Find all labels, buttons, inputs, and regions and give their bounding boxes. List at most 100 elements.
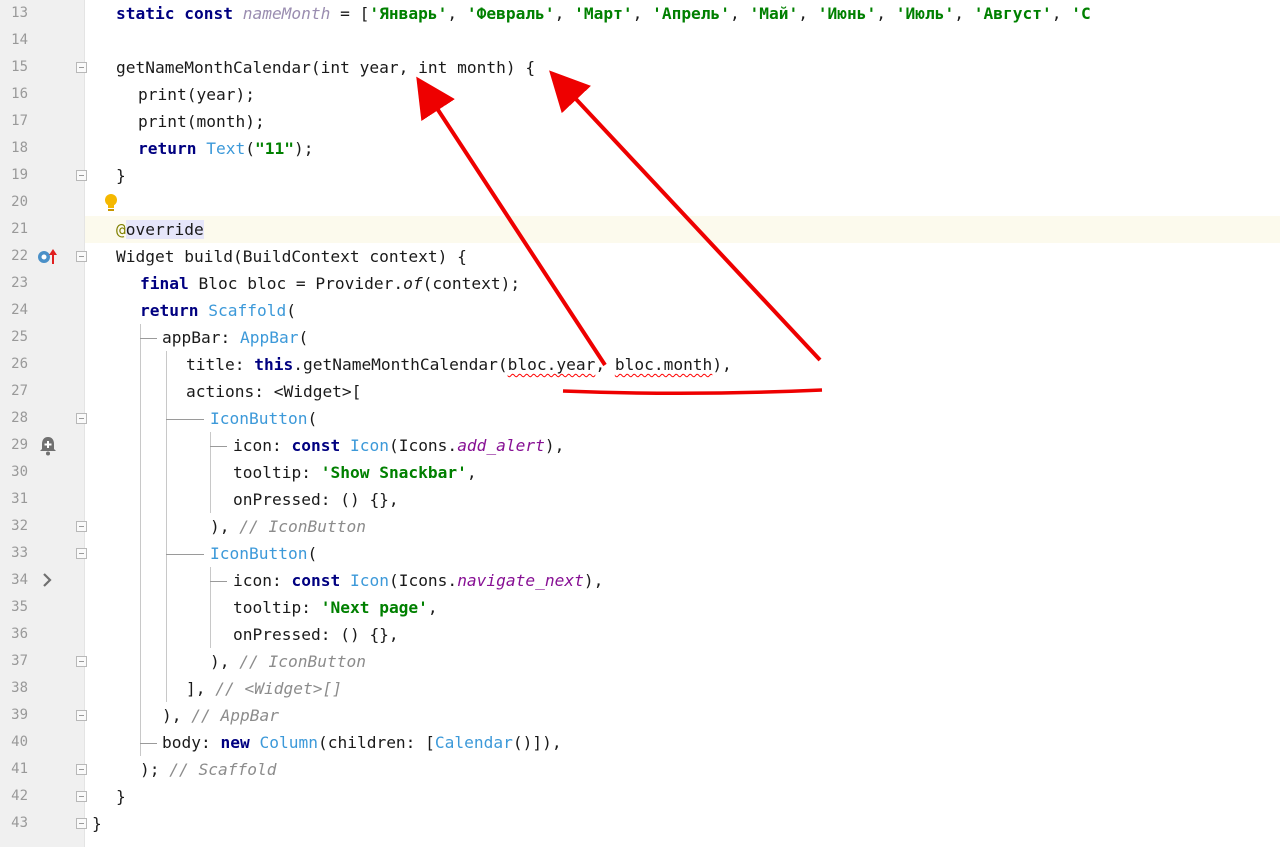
type-name: Text bbox=[206, 139, 246, 158]
line-number: 41 bbox=[11, 761, 28, 777]
code-text: tooltip: bbox=[233, 598, 321, 617]
code-text: ()]), bbox=[512, 733, 562, 752]
line-number: 34 bbox=[11, 572, 28, 588]
code-text: icon: bbox=[233, 571, 292, 590]
code-text: (context); bbox=[422, 274, 521, 293]
code-line-27[interactable]: actions: <Widget>[ bbox=[85, 378, 1280, 405]
string-literal: 'Июль' bbox=[895, 4, 955, 23]
code-line-36[interactable]: onPressed: () {}, bbox=[85, 621, 1280, 648]
string-literal: 'Май' bbox=[749, 4, 799, 23]
code-line-22[interactable]: Widget build(BuildContext context) { bbox=[85, 243, 1280, 270]
code-line-16[interactable]: print(year); bbox=[85, 81, 1280, 108]
code-text: ), bbox=[712, 355, 732, 374]
line-number: 19 bbox=[11, 167, 28, 183]
keyword: new bbox=[220, 733, 250, 752]
code-line-38[interactable]: ], // <Widget>[] bbox=[85, 675, 1280, 702]
line-number: 16 bbox=[11, 86, 28, 102]
separator: , bbox=[1051, 4, 1072, 23]
method-name: of bbox=[403, 274, 423, 293]
code-text: print(year); bbox=[138, 85, 255, 104]
line-number: 26 bbox=[11, 356, 28, 372]
code-editor[interactable]: static const nameMonth = ['Январь', 'Фев… bbox=[85, 0, 1280, 847]
type-name: Calendar bbox=[434, 733, 513, 752]
code-text: ( bbox=[307, 409, 318, 428]
code-text: ), bbox=[583, 571, 604, 590]
code-text: getNameMonthCalendar(int year, int month… bbox=[116, 58, 536, 77]
code-text: print(month); bbox=[138, 112, 265, 131]
code-text: body: bbox=[162, 733, 221, 752]
line-number: 42 bbox=[11, 788, 28, 804]
keyword: return bbox=[138, 139, 197, 158]
line-number: 43 bbox=[11, 815, 28, 831]
code-text: onPressed: () {}, bbox=[233, 625, 399, 644]
string-literal: 'Июнь' bbox=[817, 4, 877, 23]
code-line-24[interactable]: return Scaffold( bbox=[85, 297, 1280, 324]
annotation-name: override bbox=[125, 220, 204, 239]
line-number: 17 bbox=[11, 113, 28, 129]
string-literal: 'Февраль' bbox=[466, 4, 555, 23]
comment: // AppBar bbox=[191, 706, 279, 725]
line-number: 40 bbox=[11, 734, 28, 750]
add-alert-icon[interactable] bbox=[38, 435, 58, 457]
line-number: 22 bbox=[11, 248, 28, 264]
code-line-15[interactable]: getNameMonthCalendar(int year, int month… bbox=[85, 54, 1280, 81]
separator: , bbox=[876, 4, 896, 23]
code-text: ], bbox=[186, 679, 216, 698]
code-text: ), bbox=[210, 517, 240, 536]
code-text: actions: <Widget>[ bbox=[186, 382, 362, 401]
code-line-19[interactable]: } bbox=[85, 162, 1280, 189]
line-number: 31 bbox=[11, 491, 28, 507]
code-line-32[interactable]: ), // IconButton bbox=[85, 513, 1280, 540]
line-number: 25 bbox=[11, 329, 28, 345]
annotation-symbol: @ bbox=[116, 220, 126, 239]
code-text: ); bbox=[293, 139, 314, 158]
line-number: 28 bbox=[11, 410, 28, 426]
code-line-34[interactable]: icon: const Icon(Icons.navigate_next), bbox=[85, 567, 1280, 594]
code-line-40[interactable]: body: new Column(children: [Calendar()])… bbox=[85, 729, 1280, 756]
code-line-17[interactable]: print(month); bbox=[85, 108, 1280, 135]
code-line-42[interactable]: } bbox=[85, 783, 1280, 810]
lightbulb-icon[interactable] bbox=[103, 193, 119, 213]
code-line-43[interactable]: } bbox=[85, 810, 1280, 837]
code-line-28[interactable]: IconButton( bbox=[85, 405, 1280, 432]
separator: , bbox=[447, 4, 467, 23]
code-line-23[interactable]: final Bloc bloc = Provider.of(context); bbox=[85, 270, 1280, 297]
type-name: Scaffold bbox=[208, 301, 287, 320]
type-name: AppBar bbox=[239, 328, 299, 347]
code-line-33[interactable]: IconButton( bbox=[85, 540, 1280, 567]
code-text: .getNameMonthCalendar( bbox=[293, 355, 508, 374]
separator: , bbox=[954, 4, 974, 23]
code-line-37[interactable]: ), // IconButton bbox=[85, 648, 1280, 675]
type-name: Icon bbox=[349, 436, 389, 455]
line-number: 13 bbox=[11, 5, 28, 21]
code-line-21[interactable]: @override bbox=[85, 216, 1280, 243]
code-line-30[interactable]: tooltip: 'Show Snackbar', bbox=[85, 459, 1280, 486]
code-text: Widget build(BuildContext context) { bbox=[116, 247, 467, 266]
line-number: 14 bbox=[11, 32, 28, 48]
keyword: const bbox=[291, 436, 341, 455]
type-name: IconButton bbox=[210, 544, 308, 563]
chevron-right-icon[interactable] bbox=[40, 571, 54, 589]
error-argument: bloc.year bbox=[507, 355, 596, 374]
code-line-25[interactable]: appBar: AppBar( bbox=[85, 324, 1280, 351]
line-number: 18 bbox=[11, 140, 28, 156]
string-literal: 'Апрель' bbox=[652, 4, 731, 23]
code-text: (Icons. bbox=[388, 436, 458, 455]
code-line-13[interactable]: static const nameMonth = ['Январь', 'Фев… bbox=[85, 0, 1280, 27]
line-number: 27 bbox=[11, 383, 28, 399]
code-text: ), bbox=[162, 706, 192, 725]
type-name: IconButton bbox=[210, 409, 308, 428]
code-line-35[interactable]: tooltip: 'Next page', bbox=[85, 594, 1280, 621]
line-number: 35 bbox=[11, 599, 28, 615]
string-literal: 'Next page' bbox=[320, 598, 428, 617]
string-literal: "11" bbox=[254, 139, 294, 158]
code-line-41[interactable]: ); // Scaffold bbox=[85, 756, 1280, 783]
code-line-26[interactable]: title: this.getNameMonthCalendar(bloc.ye… bbox=[85, 351, 1280, 378]
code-line-18[interactable]: return Text("11"); bbox=[85, 135, 1280, 162]
static-member: add_alert bbox=[457, 436, 545, 455]
code-line-29[interactable]: icon: const Icon(Icons.add_alert), bbox=[85, 432, 1280, 459]
code-line-31[interactable]: onPressed: () {}, bbox=[85, 486, 1280, 513]
code-line-39[interactable]: ), // AppBar bbox=[85, 702, 1280, 729]
keyword: const bbox=[291, 571, 341, 590]
override-marker-icon[interactable] bbox=[36, 248, 58, 266]
